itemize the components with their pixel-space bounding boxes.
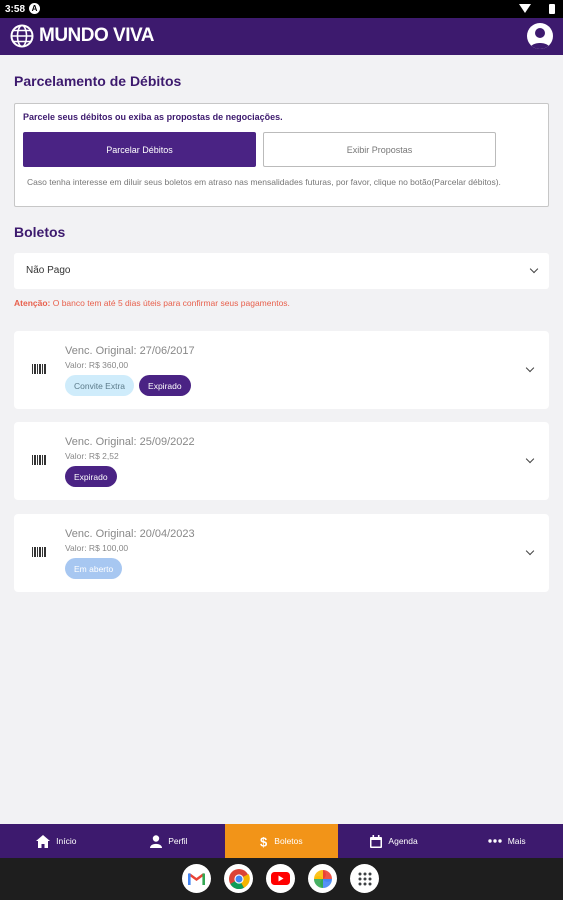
person-icon — [150, 834, 163, 848]
notice-label: Atenção: — [14, 298, 51, 308]
boleto-value: Valor: R$ 360,00 — [65, 360, 129, 370]
more-dots-icon — [487, 839, 502, 843]
nav-item-agenda[interactable]: Agenda — [338, 824, 451, 858]
profile-avatar-button[interactable] — [527, 23, 553, 49]
boleto-due-date: Venc. Original: 25/09/2022 — [65, 436, 195, 448]
barcode-icon — [32, 455, 46, 465]
wifi-icon — [519, 4, 531, 13]
status-badge: Expirado — [139, 375, 191, 396]
notification-icon: A — [29, 3, 40, 14]
app-bar: MUNDO VIVA — [0, 18, 563, 55]
barcode-icon — [32, 364, 46, 374]
boleto-due-date: Venc. Original: 27/06/2017 — [65, 345, 195, 357]
globe-icon — [10, 24, 34, 48]
expand-chevron-icon[interactable] — [525, 546, 535, 556]
status-badge: Em aberto — [65, 558, 123, 579]
payment-notice: Atenção: O banco tem até 5 dias úteis pa… — [14, 298, 290, 308]
parcelar-debitos-button[interactable]: Parcelar Débitos — [23, 132, 256, 167]
parcelamento-hint: Caso tenha interesse em diluir seus bole… — [27, 177, 501, 187]
expand-chevron-icon[interactable] — [525, 454, 535, 464]
battery-icon — [549, 4, 555, 14]
page-title: Parcelamento de Débitos — [14, 73, 182, 89]
calendar-icon — [370, 834, 383, 848]
gmail-icon[interactable] — [182, 864, 211, 893]
expand-chevron-icon[interactable] — [525, 363, 535, 373]
status-bar: 3:58 A — [0, 0, 563, 18]
nav-label: Boletos — [274, 836, 303, 846]
boleto-value: Valor: R$ 100,00 — [65, 543, 129, 553]
chrome-icon[interactable] — [224, 864, 253, 893]
nav-label: Perfil — [168, 836, 188, 846]
youtube-icon[interactable] — [266, 864, 295, 893]
photos-icon[interactable] — [308, 864, 337, 893]
nav-item-inicio[interactable]: Início — [0, 824, 113, 858]
status-filter-select[interactable]: Não Pago — [14, 253, 549, 289]
nav-label: Início — [56, 836, 77, 846]
dollar-icon: $ — [260, 835, 268, 848]
boletos-title: Boletos — [14, 224, 66, 240]
status-badge: Expirado — [65, 466, 117, 487]
user-avatar-icon — [530, 28, 550, 49]
bottom-navigation: Início Perfil $ Boletos Agenda Mais — [0, 824, 563, 858]
boleto-due-date: Venc. Original: 20/04/2023 — [65, 528, 195, 540]
nav-label: Mais — [507, 836, 526, 846]
home-icon — [36, 834, 51, 848]
boleto-value: Valor: R$ 2,52 — [65, 451, 119, 461]
svg-text:$: $ — [260, 835, 268, 848]
chevron-down-icon — [529, 264, 539, 274]
nav-item-perfil[interactable]: Perfil — [113, 824, 226, 858]
nav-item-mais[interactable]: Mais — [450, 824, 563, 858]
parcelamento-card: Parcele seus débitos ou exiba as propost… — [14, 103, 549, 207]
boleto-card[interactable]: Venc. Original: 25/09/2022 Valor: R$ 2,5… — [14, 422, 549, 500]
app-drawer-icon[interactable] — [350, 864, 379, 893]
type-badge: Convite Extra — [65, 375, 135, 396]
barcode-icon — [32, 547, 46, 557]
nav-item-boletos[interactable]: $ Boletos — [225, 824, 338, 858]
brand-logo[interactable]: MUNDO VIVA — [10, 24, 154, 48]
boleto-card[interactable]: Venc. Original: 20/04/2023 Valor: R$ 100… — [14, 514, 549, 592]
boleto-card[interactable]: Venc. Original: 27/06/2017 Valor: R$ 360… — [14, 331, 549, 409]
exibir-propostas-button[interactable]: Exibir Propostas — [263, 132, 496, 167]
brand-name: MUNDO VIVA — [39, 25, 154, 46]
nav-label: Agenda — [388, 836, 418, 846]
notice-text: O banco tem até 5 dias úteis para confir… — [50, 298, 290, 308]
filter-selected-value: Não Pago — [26, 265, 71, 276]
status-time: 3:58 — [5, 4, 26, 15]
parcelamento-description: Parcele seus débitos ou exiba as propost… — [23, 112, 283, 122]
system-dock — [0, 858, 563, 900]
